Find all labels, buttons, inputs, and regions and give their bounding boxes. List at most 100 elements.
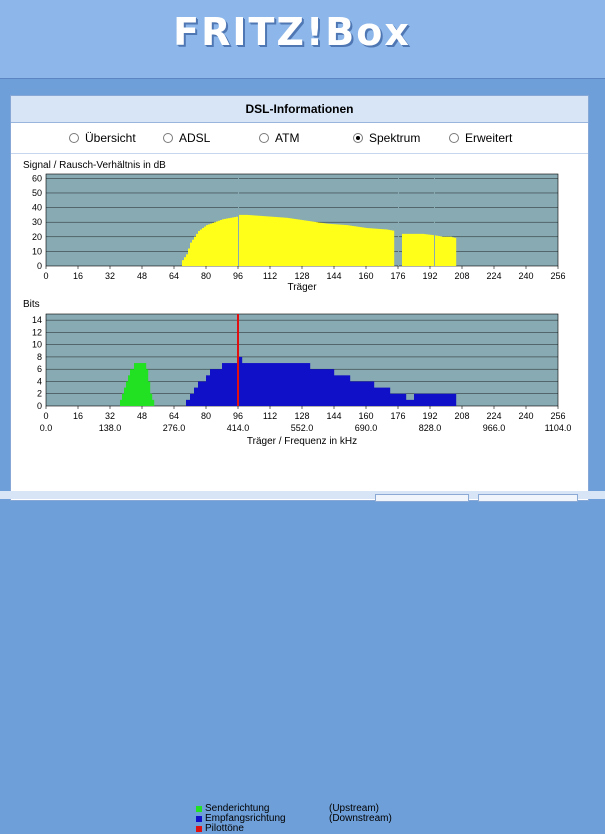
bits-bar xyxy=(130,369,133,406)
snr-bar xyxy=(430,234,433,266)
x-tick-label: 240 xyxy=(518,271,533,281)
bits-bar xyxy=(242,363,247,406)
snr-bar xyxy=(204,226,207,266)
tab-erweitert[interactable]: Erweitert xyxy=(449,131,512,145)
bits-bar xyxy=(134,363,137,406)
chart-title: Signal / Rausch-Verhältnis in dB xyxy=(23,160,166,171)
snr-bar xyxy=(272,216,275,266)
bits-bar xyxy=(210,369,215,406)
radio-checked-icon[interactable] xyxy=(353,133,363,143)
bits-bar xyxy=(326,369,335,406)
snr-bar xyxy=(262,216,265,266)
snr-bar xyxy=(268,216,271,266)
y-tick-label: 8 xyxy=(37,352,42,362)
snr-bar xyxy=(386,229,389,266)
y-tick-label: 0 xyxy=(37,401,42,411)
snr-bar xyxy=(368,228,371,266)
snr-bar xyxy=(346,225,349,266)
x-tick-label-khz: 552.0 xyxy=(291,423,314,433)
snr-bar xyxy=(248,215,251,266)
tab-label: ATM xyxy=(275,131,300,145)
tab-label: Übersicht xyxy=(85,131,136,145)
spectrum-charts: Signal / Rausch-Verhältnis in dB 0 10 20 30 4… xyxy=(11,154,588,834)
snr-bar xyxy=(236,216,239,266)
snr-bar xyxy=(220,220,223,266)
x-tick-label: 208 xyxy=(454,271,469,281)
snr-bar xyxy=(352,225,355,266)
snr-gap xyxy=(434,175,435,266)
y-tick-label: 0 xyxy=(37,261,42,271)
bits-bar xyxy=(138,363,141,406)
tab-uebersicht[interactable]: Übersicht xyxy=(69,131,136,145)
snr-bar xyxy=(184,257,187,266)
bits-bar xyxy=(122,393,125,406)
snr-bar xyxy=(316,222,319,266)
x-tick-label: 144 xyxy=(326,271,341,281)
bits-bar xyxy=(302,363,311,406)
x-tick-label: 256 xyxy=(550,271,565,281)
radio-icon[interactable] xyxy=(259,133,269,143)
snr-bar xyxy=(188,248,191,266)
footer-button-right[interactable] xyxy=(478,494,578,502)
snr-gap xyxy=(238,175,239,266)
bits-bar xyxy=(148,381,151,406)
y-tick-label: 10 xyxy=(32,246,42,256)
snr-bar xyxy=(354,226,357,266)
bits-bar xyxy=(398,393,407,406)
bits-bar xyxy=(294,363,303,406)
bits-bar xyxy=(152,399,155,406)
tab-atm[interactable]: ATM xyxy=(259,131,299,145)
legend-swatch-pilot xyxy=(196,825,202,832)
x-tick-label: 32 xyxy=(105,271,115,281)
bits-bar xyxy=(286,363,295,406)
tab-label: Erweitert xyxy=(465,131,513,145)
radio-icon[interactable] xyxy=(449,133,459,143)
x-tick-label: 16 xyxy=(73,271,83,281)
snr-bar xyxy=(344,224,347,266)
bits-bar xyxy=(146,369,149,406)
snr-bar xyxy=(230,217,233,266)
x-tick-label: 128 xyxy=(294,271,309,281)
tab-spektrum[interactable]: Spektrum xyxy=(353,131,420,145)
bits-bar xyxy=(218,369,223,406)
snr-bar xyxy=(392,230,395,266)
bits-bar xyxy=(214,369,219,406)
bits-bar xyxy=(438,393,447,406)
x-tick-label: 144 xyxy=(326,411,341,421)
snr-bar xyxy=(342,224,345,266)
footer-button-left[interactable] xyxy=(375,494,469,502)
bits-bar xyxy=(198,381,203,406)
snr-bar xyxy=(216,221,219,266)
snr-bar xyxy=(406,233,409,266)
snr-bar xyxy=(446,236,449,266)
snr-bar xyxy=(258,215,261,266)
x-tick-label-khz: 966.0 xyxy=(483,423,506,433)
snr-bar xyxy=(380,229,383,266)
bits-bar xyxy=(254,363,263,406)
bits-bar xyxy=(222,363,227,406)
radio-icon[interactable] xyxy=(163,133,173,143)
tab-adsl[interactable]: ADSL xyxy=(163,131,210,145)
snr-bar xyxy=(444,236,447,266)
bits-bar xyxy=(310,369,319,406)
x-tick-label: 48 xyxy=(137,411,147,421)
snr-bar xyxy=(410,233,413,266)
fritzbox-logo: FRITZ!Box xyxy=(173,10,411,54)
x-tick-label: 112 xyxy=(263,271,277,281)
snr-bar xyxy=(264,216,267,266)
bits-bar xyxy=(270,363,279,406)
bits-bar xyxy=(390,393,399,406)
snr-gap xyxy=(398,175,399,266)
snr-bar xyxy=(360,227,363,266)
x-tick-label: 32 xyxy=(105,411,115,421)
x-tick-label: 240 xyxy=(518,411,533,421)
snr-bar xyxy=(418,233,421,266)
snr-bar xyxy=(210,223,213,266)
x-tick-label-khz: 828.0 xyxy=(419,423,442,433)
snr-bar xyxy=(334,224,337,266)
snr-bar xyxy=(322,223,325,266)
radio-icon[interactable] xyxy=(69,133,79,143)
snr-bar xyxy=(370,228,373,266)
bits-bar xyxy=(446,393,455,406)
snr-bar xyxy=(276,217,279,266)
